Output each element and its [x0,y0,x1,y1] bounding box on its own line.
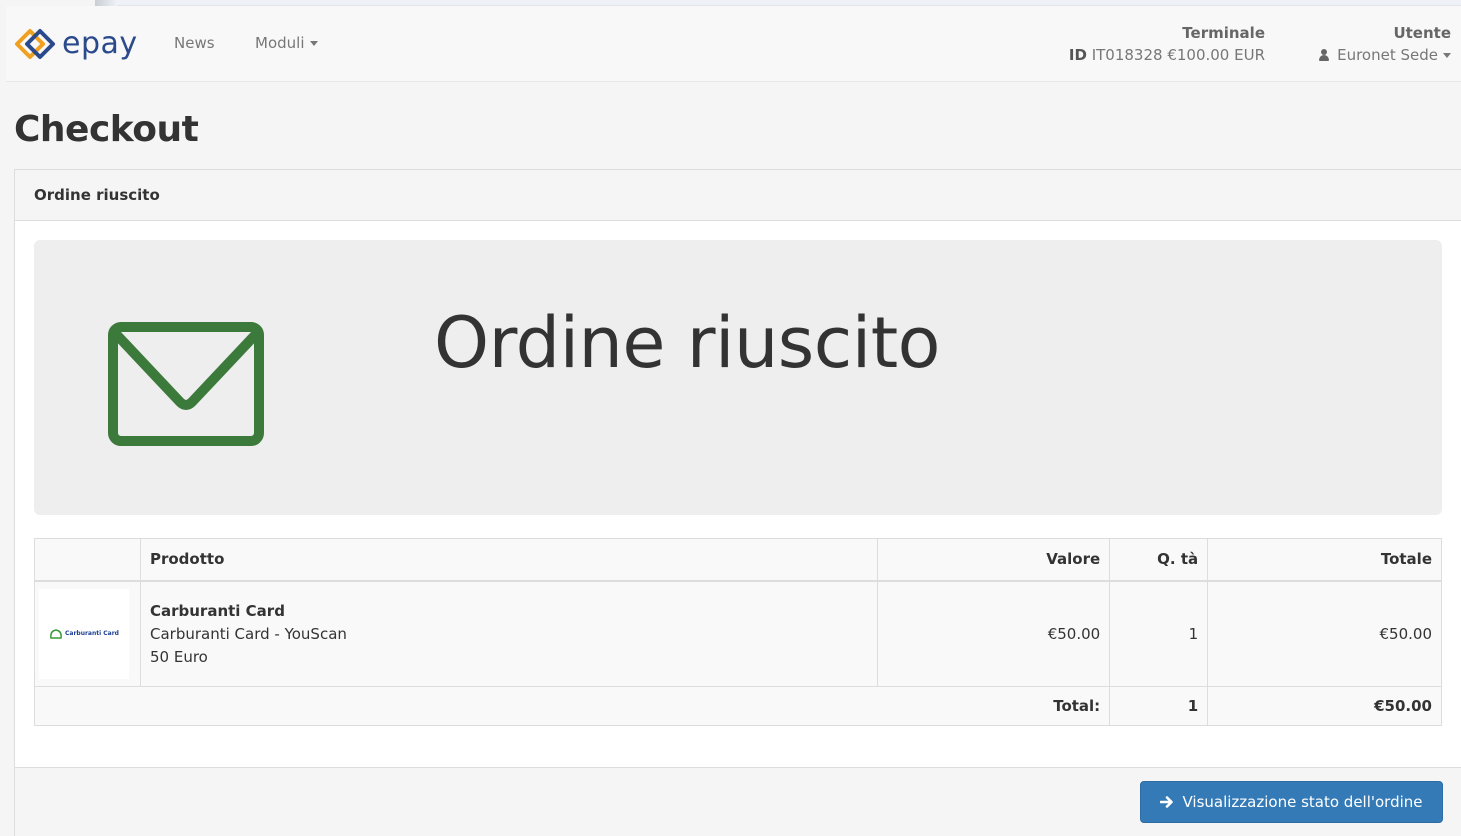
user-icon [1319,49,1330,61]
brand-logo[interactable]: epay [14,26,138,62]
product-total: €50.00 [1207,580,1442,687]
terminal-info: Terminale ID IT018328 €100.00 EUR [1069,22,1265,66]
product-name: Carburanti Card [149,601,285,620]
total-amount: €50.00 [1207,686,1442,726]
col-product: Prodotto [139,538,879,582]
product-subtitle: Carburanti Card - YouScan [149,624,347,643]
table-header-row: Prodotto Valore Q. tà Totale [34,538,1442,582]
carburanti-logo-icon [50,628,62,639]
total-label: Total: [33,686,1111,726]
product-value: €50.00 [877,580,1111,687]
caret-down-icon [1443,53,1451,58]
view-order-status-label: Visualizzazione stato dell'ordine [1182,793,1423,811]
col-image [34,538,141,582]
panel-footer: Visualizzazione stato dell'ordine [15,767,1461,836]
product-thumb-cell: Carburanti Card [34,580,141,687]
user-name-row[interactable]: Euronet Sede [1319,44,1451,66]
table-total-row: Total: 1 €50.00 [33,686,1442,726]
order-panel: Ordine riuscito Ordine riuscito Prodotto… [14,169,1461,836]
user-name: Euronet Sede [1337,46,1438,64]
nav-moduli[interactable]: Moduli [255,34,319,52]
caret-down-icon [310,41,319,46]
terminal-value: ID IT018328 €100.00 EUR [1069,44,1265,66]
nav-news[interactable]: News [174,34,215,52]
col-qty: Q. tà [1109,538,1209,582]
nav-moduli-label: Moduli [255,34,305,52]
user-label: Utente [1393,24,1451,42]
terminal-id-prefix: ID [1068,46,1087,64]
panel-heading: Ordine riuscito [15,170,1461,221]
success-jumbotron: Ordine riuscito [34,240,1442,515]
terminal-id-value: IT018328 €100.00 EUR [1091,46,1265,64]
page-title: Checkout [14,109,199,150]
table-row: Carburanti Card Carburanti Card Carburan… [34,580,1442,687]
arrow-right-icon [1160,795,1174,809]
product-qty: 1 [1109,580,1209,687]
epay-logo-icon [15,29,55,59]
col-total: Totale [1207,538,1442,582]
col-value: Valore [877,538,1111,582]
product-denomination: 50 Euro [149,647,208,666]
order-table: Prodotto Valore Q. tà Totale Carburanti … [33,538,1442,726]
total-qty: 1 [1109,686,1209,726]
product-thumbnail: Carburanti Card [39,588,129,679]
success-title: Ordine riuscito [434,302,940,384]
terminal-label: Terminale [1182,24,1265,42]
view-order-status-button[interactable]: Visualizzazione stato dell'ordine [1140,781,1443,823]
brand-name: epay [62,26,138,61]
navbar: epay News Moduli Terminale ID IT018328 €… [6,6,1461,82]
thumb-text: Carburanti Card [65,629,119,637]
user-menu[interactable]: Utente Euronet Sede [1319,22,1451,66]
envelope-icon [108,322,264,446]
product-cell: Carburanti Card Carburanti Card - YouSca… [139,580,879,687]
